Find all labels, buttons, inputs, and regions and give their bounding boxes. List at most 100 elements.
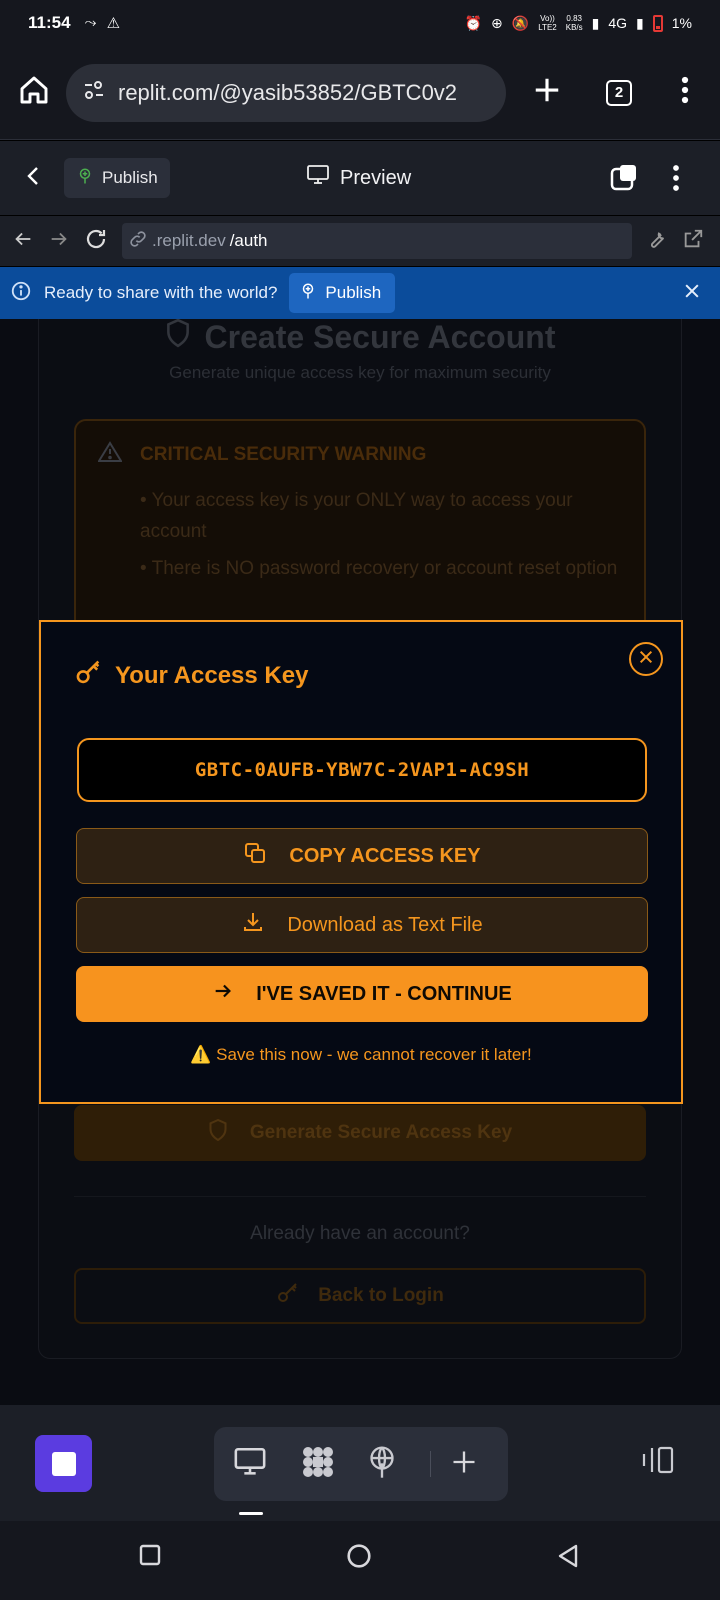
forward-arrow-icon[interactable]	[48, 228, 70, 255]
monitor-icon	[306, 164, 330, 192]
status-bar: 11:54 ⤳ ⚠ ⏰ ⊕ 🔕 Vo)) LTE2 0.83 KB/s ▮ 4G ▮…	[0, 0, 720, 46]
shield-icon	[208, 1118, 228, 1148]
key-icon	[276, 1281, 300, 1311]
alert-icon: ⚠	[106, 15, 121, 32]
divider	[74, 1196, 646, 1197]
tool-switcher	[214, 1427, 508, 1501]
banner-message: Ready to share with the world?	[44, 283, 278, 302]
page-title: Create Secure Account	[0, 319, 720, 355]
key-icon	[75, 658, 103, 693]
address-bar[interactable]: replit.com/@yasib53852/GBTC0v2	[66, 63, 506, 122]
stop-app-button[interactable]	[35, 1435, 92, 1492]
back-to-login-label: Back to Login	[318, 1285, 444, 1306]
home-nav-icon[interactable]	[346, 1543, 372, 1574]
network-speed: 0.83 KB/s	[565, 14, 583, 32]
close-icon	[638, 649, 654, 670]
deploy-icon	[366, 1445, 398, 1484]
modal-close-button[interactable]	[629, 642, 663, 676]
info-icon	[10, 280, 32, 307]
reload-icon[interactable]	[84, 227, 108, 256]
page-subtitle: Generate unique access key for maximum s…	[169, 363, 551, 382]
preview-tab[interactable]: Preview	[306, 141, 411, 215]
download-icon	[241, 910, 265, 940]
back-to-login-button[interactable]: Back to Login	[74, 1268, 646, 1324]
open-external-icon[interactable]	[682, 228, 704, 255]
publish-button[interactable]: Publish	[64, 158, 170, 198]
recents-icon[interactable]	[138, 1543, 162, 1572]
address-url: replit.com/@yasib53852/GBTC0v2	[118, 79, 458, 105]
back-chevron-icon[interactable]	[22, 164, 46, 193]
generate-key-label: Generate Secure Access Key	[249, 1122, 513, 1143]
preview-tool[interactable]	[218, 1427, 282, 1501]
panel-toggle-icon[interactable]	[640, 1445, 674, 1480]
stop-icon	[51, 1451, 76, 1476]
alarm-icon: ⏰	[464, 14, 483, 31]
copy-icon	[243, 841, 267, 871]
copy-access-key-button[interactable]: COPY ACCESS KEY	[76, 828, 648, 884]
android-navigation-bar	[0, 1521, 720, 1600]
status-time: 11:54	[28, 13, 71, 32]
replit-bottom-bar	[0, 1405, 720, 1521]
home-icon[interactable]	[18, 74, 50, 111]
saved-continue-label: I'VE SAVED IT - CONTINUE	[256, 982, 512, 1005]
warning-icon	[97, 441, 123, 469]
publish-icon	[299, 282, 317, 305]
publish-banner: Ready to share with the world? Publish	[0, 267, 720, 319]
active-tool-indicator	[239, 1512, 263, 1515]
signal-bars-icon: ▮	[636, 14, 644, 31]
agent-icon	[300, 1444, 336, 1485]
monitor-icon	[233, 1446, 267, 1483]
modal-title: Your Access Key	[75, 658, 308, 693]
volte-icon: Vo)) LTE2	[538, 14, 557, 32]
arrow-right-icon	[212, 980, 234, 1008]
data-saver-icon: ⊕	[491, 14, 503, 31]
save-warning-note: ⚠️ Save this now - we cannot recover it …	[190, 1045, 532, 1064]
tab-switcher-button[interactable]: 2	[606, 79, 632, 106]
site-settings-icon[interactable]	[82, 78, 106, 108]
preview-label: Preview	[340, 166, 412, 189]
access-key-modal: Your Access Key GBTC-0AUFB-YBW7C-2VAP1-A…	[39, 620, 683, 1104]
webview-url-field[interactable]: .replit.dev/auth	[122, 223, 632, 259]
already-have-account: Already have an account?	[250, 1223, 470, 1244]
warning-item: • Your access key is your ONLY way to ac…	[140, 490, 573, 542]
deploy-tool[interactable]	[350, 1427, 414, 1501]
back-nav-icon[interactable]	[556, 1543, 580, 1574]
publish-icon	[76, 167, 94, 190]
network-type: 4G	[608, 15, 628, 31]
plus-icon	[450, 1448, 478, 1481]
browser-toolbar: replit.com/@yasib53852/GBTC0v2 2	[0, 46, 720, 140]
signal-icon: ▮	[591, 14, 600, 31]
missed-call-icon: ⤳	[84, 14, 97, 31]
download-text-file-button[interactable]: Download as Text File	[76, 897, 648, 953]
webview-nav: .replit.dev/auth	[0, 216, 720, 266]
mute-icon: 🔕	[511, 14, 530, 31]
banner-close-icon[interactable]	[682, 281, 702, 306]
battery-level: 1%	[671, 15, 692, 31]
download-text-file-label: Download as Text File	[287, 913, 483, 936]
back-arrow-icon[interactable]	[12, 228, 34, 255]
shield-icon	[165, 319, 191, 356]
tool-separator	[430, 1451, 431, 1477]
warning-title: CRITICAL SECURITY WARNING	[140, 444, 427, 465]
access-key-display[interactable]: GBTC-0AUFB-YBW7C-2VAP1-AC9SH	[77, 738, 647, 802]
battery-icon	[652, 14, 663, 32]
new-tab-icon[interactable]	[532, 75, 562, 110]
new-tab-tool[interactable]	[432, 1427, 496, 1501]
webview-url-domain: .replit.dev	[152, 231, 226, 250]
more-icon[interactable]	[680, 75, 690, 110]
security-warning: CRITICAL SECURITY WARNING • Your access …	[74, 419, 646, 639]
copy-access-key-label: COPY ACCESS KEY	[289, 844, 481, 867]
devtools-wrench-icon[interactable]	[646, 228, 668, 255]
saved-continue-button[interactable]: I'VE SAVED IT - CONTINUE	[76, 966, 648, 1022]
webview-url-path: /auth	[229, 231, 268, 250]
link-icon	[128, 229, 148, 254]
banner-publish-button[interactable]: Publish	[289, 273, 396, 313]
banner-publish-label: Publish	[325, 283, 382, 302]
replit-toolbar: Publish Preview	[0, 141, 720, 215]
agent-tool[interactable]	[286, 1427, 350, 1501]
generate-key-button[interactable]: Generate Secure Access Key	[74, 1105, 646, 1161]
publish-label: Publish	[102, 168, 158, 187]
warning-item: • There is NO password recovery or accou…	[140, 558, 618, 579]
switch-pane-icon[interactable]	[610, 163, 640, 198]
more-options-icon[interactable]	[671, 163, 681, 198]
